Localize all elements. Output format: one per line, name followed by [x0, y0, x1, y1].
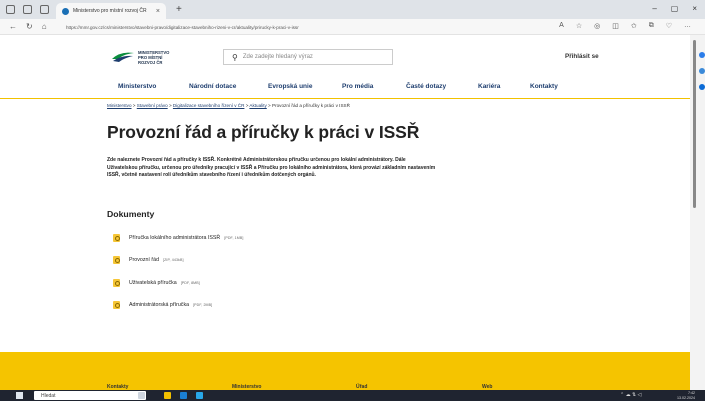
breadcrumb-link[interactable]: Digitalizace stavebního řízení v ČR — [173, 103, 245, 108]
nav-item-pro-media[interactable]: Pro média — [342, 83, 373, 90]
task-view-icon[interactable] — [138, 392, 145, 399]
favorites-icon[interactable]: ✩ — [631, 22, 637, 30]
split-screen-icon[interactable]: ◫ — [612, 22, 619, 30]
site-footer: Kontakty Ministerstvo Úřad Web — [0, 352, 690, 390]
document-file-icon — [113, 234, 120, 242]
refresh-icon[interactable]: ↻ — [26, 22, 33, 31]
main-navigation: Ministerstvo Národní dotace Evropská uni… — [0, 77, 690, 99]
document-label: Provozní řád — [129, 257, 160, 263]
system-tray[interactable]: ⌃ ☁ ⇅ ◁ — [620, 392, 660, 399]
documents-heading: Dokumenty — [107, 209, 155, 219]
document-meta: [ZIP, 443kB] — [163, 258, 184, 262]
intro-text: Zde naleznete Provozní řád a příručky k … — [107, 157, 436, 179]
browser-address-bar: ← ↻ ⌂ https://mmr.gov.cz/cs/ministerstvo… — [0, 19, 705, 35]
breadcrumb-link[interactable]: Stavební právo — [137, 103, 168, 108]
taskbar-clock[interactable]: 7:42 13.02.2024 — [677, 391, 695, 400]
sidebar-app-icon[interactable] — [699, 68, 705, 74]
nav-item-ministerstvo[interactable]: Ministerstvo — [118, 83, 156, 90]
search-input[interactable]: ⚲ Zde zadejte hledaný výraz — [223, 49, 393, 65]
collections-icon[interactable]: ⧉ — [649, 22, 654, 30]
document-file-icon — [113, 301, 120, 309]
file-explorer-icon[interactable] — [164, 392, 171, 399]
taskbar-search-input[interactable]: Hledat — [34, 391, 146, 400]
breadcrumb-current: Provozní řád a příručky k práci v ISSŘ — [272, 103, 350, 108]
search-icon[interactable]: ⚲ — [232, 53, 238, 62]
back-icon[interactable]: ← — [9, 22, 17, 31]
tab-title: Ministerstvo pro místní rozvoj ČR — [73, 8, 147, 14]
more-menu-icon[interactable]: … — [684, 22, 691, 30]
home-icon[interactable]: ⌂ — [42, 22, 47, 31]
favorite-star-icon[interactable]: ☆ — [576, 22, 582, 30]
logo-line: ROZVOJ ČR — [138, 60, 163, 65]
breadcrumb-link[interactable]: Ministerstvo — [107, 103, 132, 108]
taskbar-search-label: Hledat — [41, 392, 56, 399]
windows-start-icon[interactable] — [16, 392, 23, 399]
document-label: Uživatelská příručka — [129, 280, 177, 286]
url-field[interactable]: https://mmr.gov.cz/cs/ministerstvo/stave… — [58, 22, 638, 33]
edge-browser-icon[interactable] — [196, 392, 203, 399]
document-meta: [PDF, 8MB] — [180, 281, 200, 285]
ministry-logo-icon[interactable] — [110, 50, 136, 64]
nav-item-kontakty[interactable]: Kontakty — [530, 83, 558, 90]
browser-tab-bar: Ministerstvo pro místní rozvoj ČR × + – … — [0, 0, 705, 19]
document-link[interactable]: Příručka lokálního administrátora ISSŘ [… — [113, 234, 243, 242]
page-title: Provozní řád a příručky k práci v ISSŘ — [107, 122, 420, 142]
url-text: https://mmr.gov.cz/cs/ministerstvo/stave… — [66, 25, 299, 30]
breadcrumb-link[interactable]: Aktuality — [249, 103, 266, 108]
document-label: Příručka lokálního administrátora ISSŘ — [129, 235, 221, 241]
tab-actions-icon[interactable] — [40, 5, 49, 14]
document-link[interactable]: Administrátorská příručka [PDF, 2MB] — [113, 301, 212, 309]
search-placeholder: Zde zadejte hledaný výraz — [242, 54, 313, 60]
clock-date: 13.02.2024 — [677, 395, 695, 400]
document-link[interactable]: Provozní řád [ZIP, 443kB] — [113, 256, 184, 264]
browser-essentials-icon[interactable]: ♡ — [666, 22, 672, 30]
browser-tab[interactable]: Ministerstvo pro místní rozvoj ČR × — [56, 3, 166, 19]
nav-item-kariera[interactable]: Kariéra — [478, 83, 500, 90]
close-tab-icon[interactable]: × — [156, 8, 160, 15]
scrollbar-thumb[interactable] — [693, 40, 696, 208]
nav-item-narodni-dotace[interactable]: Národní dotace — [189, 83, 236, 90]
nav-item-caste-dotazy[interactable]: Časté dotazy — [406, 83, 446, 90]
workspaces-icon[interactable] — [23, 5, 32, 14]
read-aloud-icon[interactable]: A — [559, 22, 564, 30]
breadcrumb: Ministerstvo > Stavební právo > Digitali… — [107, 103, 350, 108]
document-link[interactable]: Uživatelská příručka [PDF, 8MB] — [113, 279, 200, 287]
login-link[interactable]: Přihlásit se — [565, 53, 599, 60]
document-file-icon — [113, 256, 120, 264]
restore-icon[interactable]: ▢ — [671, 4, 679, 13]
new-tab-button[interactable]: + — [176, 4, 182, 15]
document-file-icon — [113, 279, 120, 287]
nav-item-evropska-unie[interactable]: Evropská unie — [268, 83, 312, 90]
site-favicon-icon — [62, 7, 69, 15]
minimize-icon[interactable]: – — [652, 4, 656, 13]
outlook-icon[interactable] — [699, 84, 705, 90]
os-taskbar: Hledat ⌃ ☁ ⇅ ◁ 7:42 13.02.2024 — [0, 390, 705, 401]
document-meta: [PDF, 2MB] — [193, 303, 213, 307]
document-label: Administrátorská příručka — [129, 302, 190, 308]
close-window-icon[interactable]: × — [692, 4, 697, 13]
copilot-icon[interactable] — [699, 52, 705, 58]
ministry-logo-text[interactable]: MINISTERSTVO PRO MÍSTNÍ ROZVOJ ČR — [138, 50, 169, 65]
profile-icon[interactable] — [6, 5, 15, 14]
extensions-icon[interactable]: ◎ — [594, 22, 600, 30]
document-meta: [PDF, 1MB] — [224, 236, 244, 240]
store-icon[interactable] — [180, 392, 187, 399]
